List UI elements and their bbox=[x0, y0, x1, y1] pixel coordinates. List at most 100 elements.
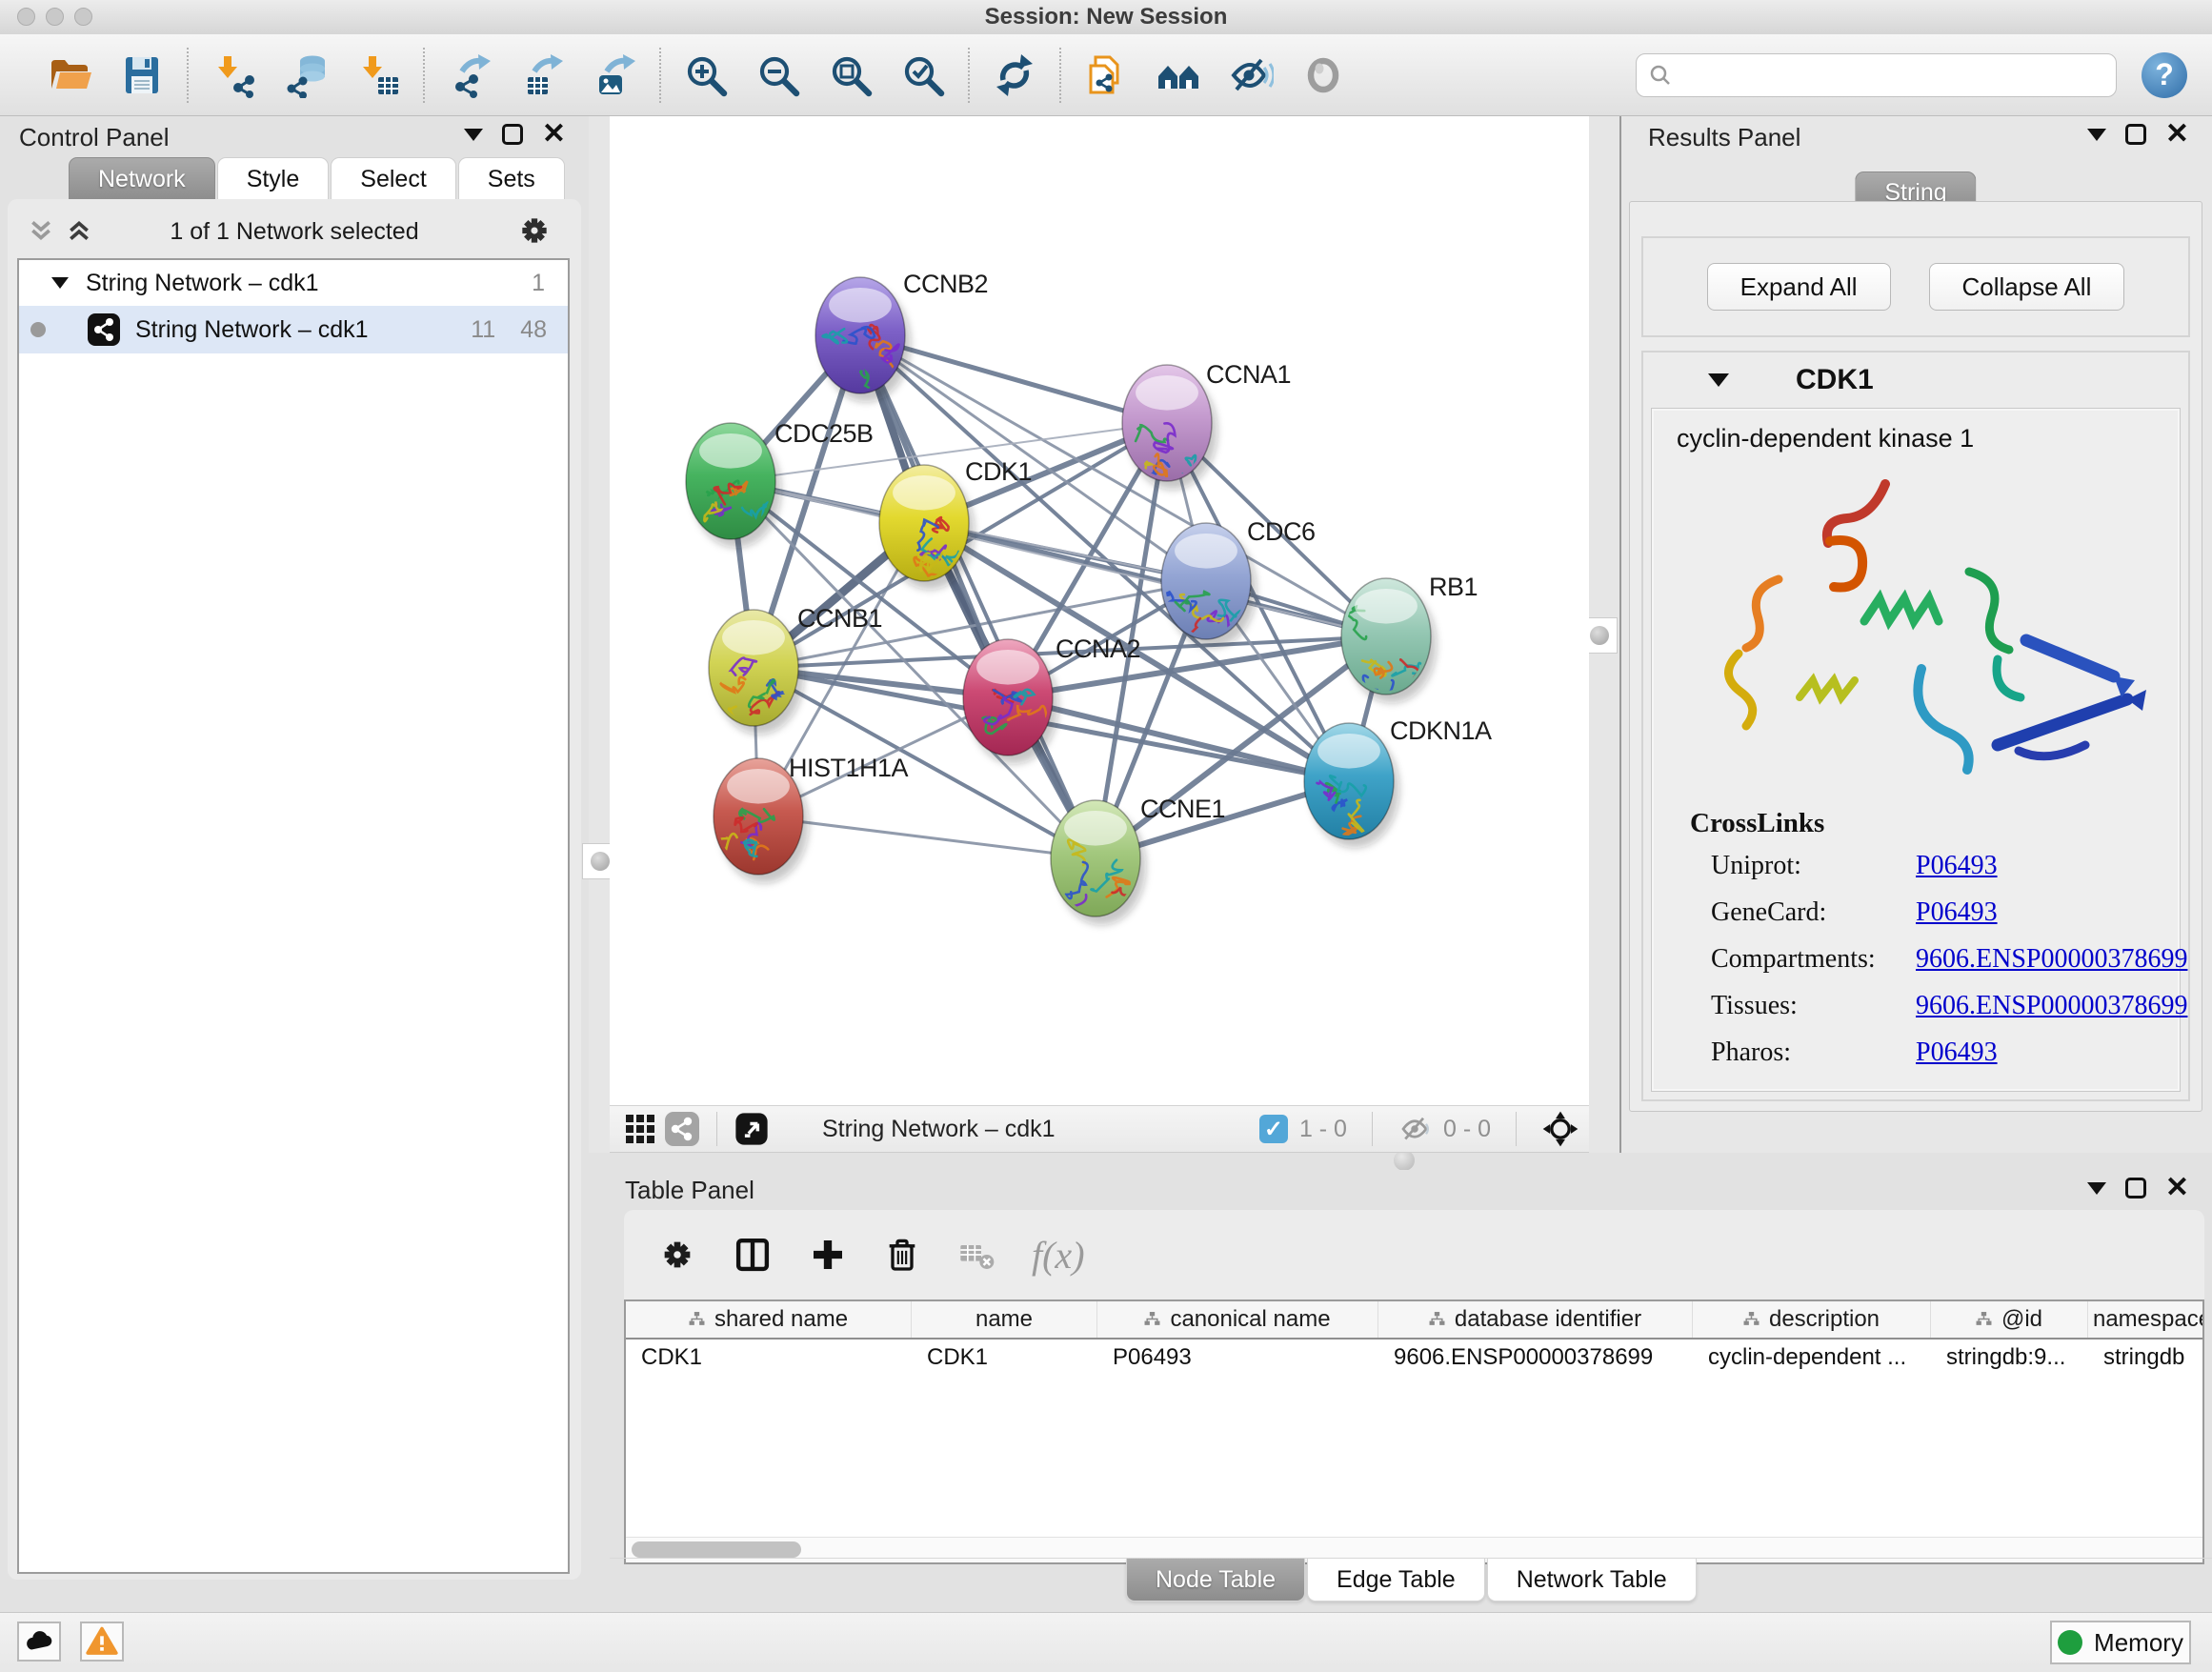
left-splitter[interactable] bbox=[589, 116, 610, 1153]
network-view-button[interactable] bbox=[661, 1108, 703, 1150]
import-table-button[interactable] bbox=[354, 51, 402, 99]
zoom-selected-button[interactable] bbox=[899, 51, 947, 99]
collapse-all-button[interactable]: Collapse All bbox=[1929, 263, 2125, 311]
cloud-status-button[interactable] bbox=[17, 1622, 61, 1662]
close-panel-icon[interactable]: ✕ bbox=[2165, 124, 2189, 145]
delete-column-icon[interactable] bbox=[883, 1236, 921, 1274]
tab-network[interactable]: Network bbox=[69, 157, 215, 200]
crosslink-link[interactable]: P06493 bbox=[1916, 897, 2187, 928]
export-image-button[interactable] bbox=[591, 51, 638, 99]
add-column-icon[interactable] bbox=[809, 1236, 847, 1274]
node-CDK1[interactable]: CDK1 bbox=[879, 457, 1032, 590]
edge-count: 48 bbox=[520, 316, 547, 344]
hidden-eye-icon[interactable] bbox=[1398, 1112, 1432, 1146]
refresh-network-button[interactable] bbox=[991, 51, 1038, 99]
scrollbar-thumb[interactable] bbox=[632, 1541, 801, 1558]
node-RB1[interactable]: RB1 bbox=[1341, 573, 1478, 703]
column-header-canonical-name[interactable]: canonical name bbox=[1097, 1301, 1378, 1338]
window-maximize-icon[interactable] bbox=[74, 8, 92, 26]
float-panel-icon[interactable] bbox=[502, 124, 523, 145]
tab-select[interactable]: Select bbox=[331, 157, 455, 200]
network-list: String Network – cdk11String Network – c… bbox=[17, 258, 570, 1574]
save-session-button[interactable] bbox=[118, 51, 166, 99]
search-box[interactable] bbox=[1636, 53, 2117, 97]
tab-node-table[interactable]: Node Table bbox=[1126, 1559, 1305, 1601]
memory-button[interactable]: Memory bbox=[2050, 1621, 2191, 1664]
window-close-icon[interactable] bbox=[17, 8, 35, 26]
column-header-shared-name[interactable]: shared name bbox=[626, 1301, 912, 1338]
node-label-CCNB1: CCNB1 bbox=[797, 604, 882, 633]
float-panel-icon[interactable] bbox=[2125, 124, 2146, 145]
collapse-panel-icon[interactable] bbox=[2087, 129, 2106, 141]
edge-CCNE1-HIST1H1A[interactable] bbox=[758, 816, 1096, 858]
collapse-entry-icon[interactable] bbox=[1708, 373, 1729, 387]
float-panel-icon[interactable] bbox=[2125, 1178, 2146, 1199]
show-columns-icon[interactable] bbox=[733, 1235, 773, 1275]
node-CCNB2[interactable]: CCNB2 bbox=[815, 270, 988, 402]
node-table[interactable]: shared namenamecanonical namedatabase id… bbox=[624, 1299, 2204, 1564]
zoom-in-button[interactable] bbox=[682, 51, 730, 99]
crosslink-link[interactable]: P06493 bbox=[1916, 851, 2187, 881]
grid-view-button[interactable] bbox=[619, 1108, 661, 1150]
gene-entry-header[interactable]: CDK1 bbox=[1643, 353, 2188, 408]
table-cell: CDK1 bbox=[912, 1340, 1097, 1376]
export-network-button[interactable] bbox=[446, 51, 493, 99]
zoom-fit-button[interactable] bbox=[827, 51, 875, 99]
column-header-namespace[interactable]: namespace bbox=[2088, 1301, 2204, 1338]
collapse-panel-icon[interactable] bbox=[2087, 1182, 2106, 1195]
collection-expander-icon[interactable] bbox=[51, 277, 69, 289]
selected-checkbox[interactable]: ✓ bbox=[1259, 1115, 1288, 1143]
node-CCNA1[interactable]: CCNA1 bbox=[1122, 360, 1291, 490]
collection-name: String Network – cdk1 bbox=[86, 270, 319, 297]
search-input[interactable] bbox=[1680, 61, 2104, 90]
column-header-database-identifier[interactable]: database identifier bbox=[1378, 1301, 1693, 1338]
close-panel-icon[interactable]: ✕ bbox=[542, 124, 566, 145]
tab-edge-table[interactable]: Edge Table bbox=[1307, 1559, 1485, 1601]
show-all-networks-button[interactable] bbox=[1155, 51, 1202, 99]
detach-window-icon bbox=[734, 1111, 770, 1147]
show-hidden-networks-button[interactable] bbox=[1299, 51, 1347, 99]
collapse-panel-icon[interactable] bbox=[464, 129, 483, 141]
window-minimize-icon[interactable] bbox=[46, 8, 64, 26]
bottom-splitter-handle[interactable] bbox=[1394, 1150, 1415, 1171]
crosslink-link[interactable]: 9606.ENSP00000378699 bbox=[1916, 991, 2187, 1021]
hide-selected-networks-button[interactable] bbox=[1227, 51, 1275, 99]
duplicate-network-button[interactable] bbox=[1082, 51, 1130, 99]
fit-selected-icon[interactable] bbox=[1541, 1110, 1579, 1148]
node-CCNB1[interactable]: CCNB1 bbox=[709, 604, 882, 735]
network-collection-row[interactable]: String Network – cdk11 bbox=[19, 260, 568, 306]
crosslink-link[interactable]: 9606.ENSP00000378699 bbox=[1916, 944, 2187, 975]
tab-style[interactable]: Style bbox=[217, 157, 330, 200]
expand-all-button[interactable]: Expand All bbox=[1707, 263, 1891, 311]
warnings-button[interactable] bbox=[80, 1622, 124, 1662]
import-network-button[interactable] bbox=[210, 51, 257, 99]
node-CDKN1A[interactable]: CDKN1A bbox=[1304, 716, 1492, 848]
detach-view-button[interactable] bbox=[731, 1108, 773, 1150]
right-splitter[interactable] bbox=[1589, 116, 1619, 1153]
column-header-description[interactable]: description bbox=[1693, 1301, 1931, 1338]
node-CCNE1[interactable]: CCNE1 bbox=[1051, 795, 1225, 943]
window-buttons[interactable] bbox=[17, 8, 92, 26]
open-session-button[interactable] bbox=[46, 51, 93, 99]
column-header--id[interactable]: @id bbox=[1931, 1301, 2088, 1338]
column-header-name[interactable]: name bbox=[912, 1301, 1097, 1338]
table-row[interactable]: CDK1CDK1P064939606.ENSP00000378699cyclin… bbox=[626, 1340, 2202, 1376]
bottom-splitter[interactable] bbox=[610, 1153, 2212, 1170]
tab-sets[interactable]: Sets bbox=[458, 157, 565, 200]
node-CDC25B[interactable]: CDC25B bbox=[686, 419, 874, 548]
gene-name: CDK1 bbox=[1796, 364, 1874, 396]
node-label-CDKN1A: CDKN1A bbox=[1390, 716, 1492, 745]
table-options-gear-icon[interactable] bbox=[658, 1236, 696, 1274]
crosslink-label: Pharos: bbox=[1711, 1037, 1916, 1068]
import-network-database-button[interactable] bbox=[282, 51, 330, 99]
tab-network-table[interactable]: Network Table bbox=[1487, 1559, 1697, 1601]
close-panel-icon[interactable]: ✕ bbox=[2165, 1178, 2189, 1199]
network-canvas[interactable]: CCNB2CCNA1CDC25BCDK1CDC6RB1CCNB1CCNA2CDK… bbox=[610, 116, 1589, 1105]
crosslink-link[interactable]: P06493 bbox=[1916, 1037, 2187, 1068]
export-table-button[interactable] bbox=[518, 51, 566, 99]
network-options-gear-icon[interactable] bbox=[516, 212, 553, 253]
zoom-out-button[interactable] bbox=[754, 51, 802, 99]
node-HIST1H1A[interactable]: HIST1H1A bbox=[714, 754, 909, 883]
network-row[interactable]: String Network – cdk11148 bbox=[19, 306, 568, 353]
help-button[interactable]: ? bbox=[2142, 52, 2187, 98]
